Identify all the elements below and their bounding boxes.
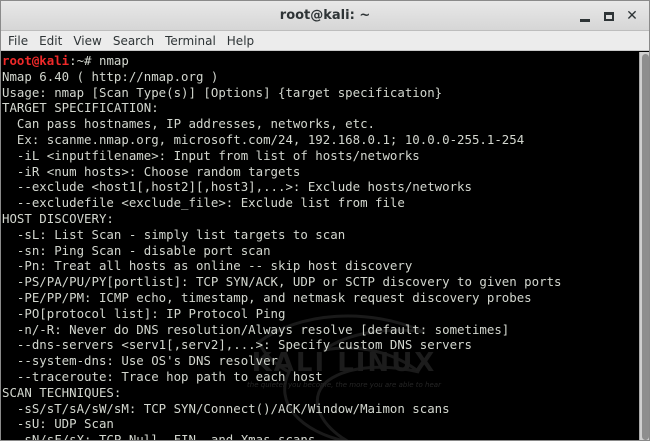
prompt-line: root@kali:~# nmap (2, 53, 562, 69)
output-line: -sU: UDP Scan (2, 416, 114, 432)
output-line: -PO[protocol list]: IP Protocol Ping (2, 305, 286, 321)
menu-bar: File Edit View Search Terminal Help (1, 31, 649, 51)
menu-help[interactable]: Help (221, 31, 259, 51)
output-line: SCAN TECHNIQUES: (2, 384, 122, 400)
minimize-icon[interactable] (575, 6, 595, 26)
terminal-output: root@kali:~# nmap Nmap 6.40 ( http://nma… (2, 53, 562, 441)
prompt-user: root@kali (2, 53, 70, 68)
prompt-path: :~# (69, 53, 99, 68)
output-line: -iL <inputfilename>: Input from list of … (2, 147, 420, 163)
output-line: -iR <num hosts>: Choose random targets (2, 163, 301, 179)
terminal-window: root@kali: ~ ✕ File Edit View Search Ter… (0, 0, 650, 441)
output-line: Can pass hostnames, IP addresses, networ… (2, 116, 375, 132)
output-line: HOST DISCOVERY: (2, 210, 114, 226)
output-line: --exclude <host1[,host2][,host3],...>: E… (2, 179, 472, 195)
output-line: -PE/PP/PM: ICMP echo, timestamp, and net… (2, 289, 532, 305)
terminal-area[interactable]: KALI LINUX the quieter you become, the m… (1, 52, 639, 441)
title-bar[interactable]: root@kali: ~ ✕ (1, 1, 649, 31)
menu-view[interactable]: View (67, 31, 106, 51)
close-icon[interactable]: ✕ (622, 6, 642, 26)
scrollbar[interactable] (639, 52, 649, 440)
output-line: -Pn: Treat all hosts as online -- skip h… (2, 258, 413, 274)
output-line: --excludefile <exclude_file>: Exclude li… (2, 195, 405, 211)
output-line: -sn: Ping Scan - disable port scan (2, 242, 271, 258)
output-line: Usage: nmap [Scan Type(s)] [Options] {ta… (2, 84, 443, 100)
scrollbar-thumb[interactable] (642, 54, 649, 440)
window-title: root@kali: ~ (279, 8, 371, 23)
output-line: -PS/PA/PU/PY[portlist]: TCP SYN/ACK, UDP… (2, 274, 562, 290)
output-line: --system-dns: Use OS's DNS resolver (2, 353, 279, 369)
menu-search[interactable]: Search (107, 31, 159, 51)
maximize-icon[interactable] (599, 6, 619, 26)
output-line: Nmap 6.40 ( http://nmap.org ) (2, 68, 219, 84)
output-line: --dns-servers <serv1[,serv2],...>: Speci… (2, 337, 472, 353)
menu-terminal[interactable]: Terminal (159, 31, 221, 51)
menu-edit[interactable]: Edit (33, 31, 67, 51)
output-line: -n/-R: Never do DNS resolution/Always re… (2, 321, 510, 337)
output-line: Ex: scanme.nmap.org, microsoft.com/24, 1… (2, 131, 525, 147)
output-line: -sN/sF/sX: TCP Null, FIN, and Xmas scans (2, 432, 316, 441)
output-line: --traceroute: Trace hop path to each hos… (2, 368, 323, 384)
menu-file[interactable]: File (2, 31, 33, 51)
output-line: TARGET SPECIFICATION: (2, 100, 159, 116)
prompt-command: nmap (98, 53, 129, 68)
output-line: -sL: List Scan - simply list targets to … (2, 226, 346, 242)
output-line: -sS/sT/sA/sW/sM: TCP SYN/Connect()/ACK/W… (2, 400, 450, 416)
